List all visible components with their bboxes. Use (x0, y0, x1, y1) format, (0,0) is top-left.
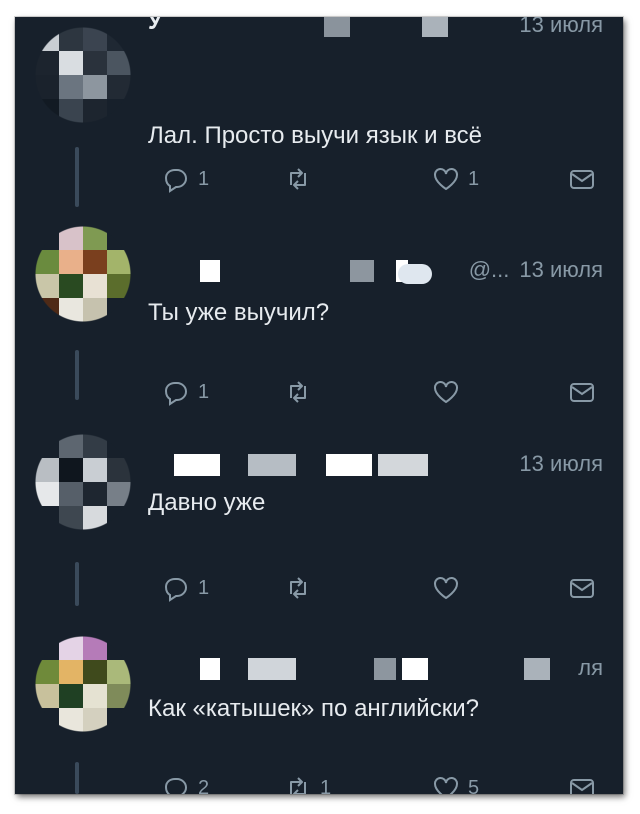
retweet-button[interactable] (284, 378, 320, 406)
redacted-name (374, 658, 396, 680)
reply-button[interactable]: 1 (162, 378, 209, 406)
like-icon (434, 777, 458, 794)
direct-message-icon (570, 579, 594, 598)
like-button[interactable]: 5 (432, 774, 479, 794)
redacted-name (524, 658, 550, 680)
tweet-header: 13 июля (148, 450, 603, 478)
timestamp[interactable]: 13 июля (519, 17, 603, 37)
tweet-actions: 2 1 5 (148, 774, 603, 794)
tweet-header: У 13 июля (148, 17, 603, 39)
avatar[interactable] (35, 434, 131, 530)
tweet-text: Лал. Просто выучи язык и всё (148, 122, 483, 149)
like-icon (434, 577, 458, 600)
tweet-text: Давно уже (148, 489, 266, 516)
tweet-text: Как «катышек» по английски? (148, 695, 479, 722)
redacted-name (324, 17, 350, 37)
redacted-name (350, 260, 374, 282)
username[interactable]: @... (469, 257, 510, 282)
direct-message-button[interactable] (568, 574, 596, 602)
redacted-name (402, 658, 428, 680)
redacted-name (378, 454, 428, 476)
reply-icon (164, 778, 188, 794)
thread-line (75, 762, 79, 794)
redacted-name (248, 658, 296, 680)
like-icon (434, 168, 458, 191)
redacted-name (248, 454, 296, 476)
retweet-icon (290, 777, 306, 794)
retweet-count: 1 (320, 777, 332, 794)
thread-line (75, 562, 79, 606)
like-button[interactable] (432, 378, 468, 406)
tweet[interactable]: 13 июля Давно уже 1 (15, 422, 623, 622)
redacted-name (200, 658, 220, 680)
avatar[interactable] (35, 226, 131, 322)
tweet-header: ля (148, 654, 603, 682)
direct-message-button[interactable] (568, 378, 596, 406)
avatar[interactable] (35, 27, 131, 123)
redacted-name (422, 17, 448, 37)
reply-count: 1 (198, 577, 210, 599)
like-button[interactable] (432, 574, 468, 602)
reply-button[interactable]: 1 (162, 165, 209, 193)
like-button[interactable]: 1 (432, 165, 479, 193)
like-count: 1 (468, 168, 480, 190)
tweet-actions: 1 (148, 378, 603, 408)
avatar[interactable] (35, 636, 131, 732)
timestamp[interactable]: 13 июля (519, 451, 603, 476)
timestamp[interactable]: 13 июля (519, 257, 603, 282)
retweet-icon (290, 381, 306, 403)
retweet-icon (290, 577, 306, 599)
reply-count: 1 (198, 168, 210, 190)
display-name-fragment: У (148, 17, 162, 34)
tweet-actions: 1 (148, 574, 603, 604)
reply-count: 2 (198, 777, 210, 794)
redacted-name (326, 454, 372, 476)
direct-message-icon (570, 170, 594, 189)
reply-icon (164, 578, 188, 602)
reply-icon (164, 169, 188, 193)
thread-line (75, 350, 79, 400)
direct-message-button[interactable] (568, 165, 596, 193)
direct-message-button[interactable] (568, 774, 596, 794)
retweet-button[interactable]: 1 (284, 774, 331, 794)
like-count: 5 (468, 777, 480, 794)
tweet[interactable]: У 13 июля Лал. Просто выучи язык и всё 1… (15, 17, 623, 222)
reply-button[interactable]: 1 (162, 574, 209, 602)
retweet-button[interactable] (284, 574, 320, 602)
direct-message-icon (570, 383, 594, 402)
tweet-header: @... 13 июля (148, 256, 603, 284)
reply-count: 1 (198, 381, 210, 403)
reply-icon (164, 382, 188, 406)
reply-button[interactable]: 2 (162, 774, 209, 794)
tweet-text: Ты уже выучил? (148, 299, 330, 326)
tweet[interactable]: @... 13 июля Ты уже выучил? 1 (15, 222, 623, 422)
tweet-actions: 1 1 (148, 165, 603, 195)
redacted-name (200, 260, 220, 282)
timeline: У 13 июля Лал. Просто выучи язык и всё 1… (15, 17, 623, 794)
emoji (398, 264, 432, 284)
thread-line (75, 147, 79, 207)
like-icon (434, 381, 458, 404)
direct-message-icon (570, 779, 594, 794)
redacted-name (174, 454, 220, 476)
timestamp[interactable]: ля (578, 655, 603, 680)
retweet-button[interactable] (284, 165, 320, 193)
tweet[interactable]: ля Как «катышек» по английски? 2 1 5 (15, 622, 623, 794)
retweet-icon (290, 168, 306, 190)
